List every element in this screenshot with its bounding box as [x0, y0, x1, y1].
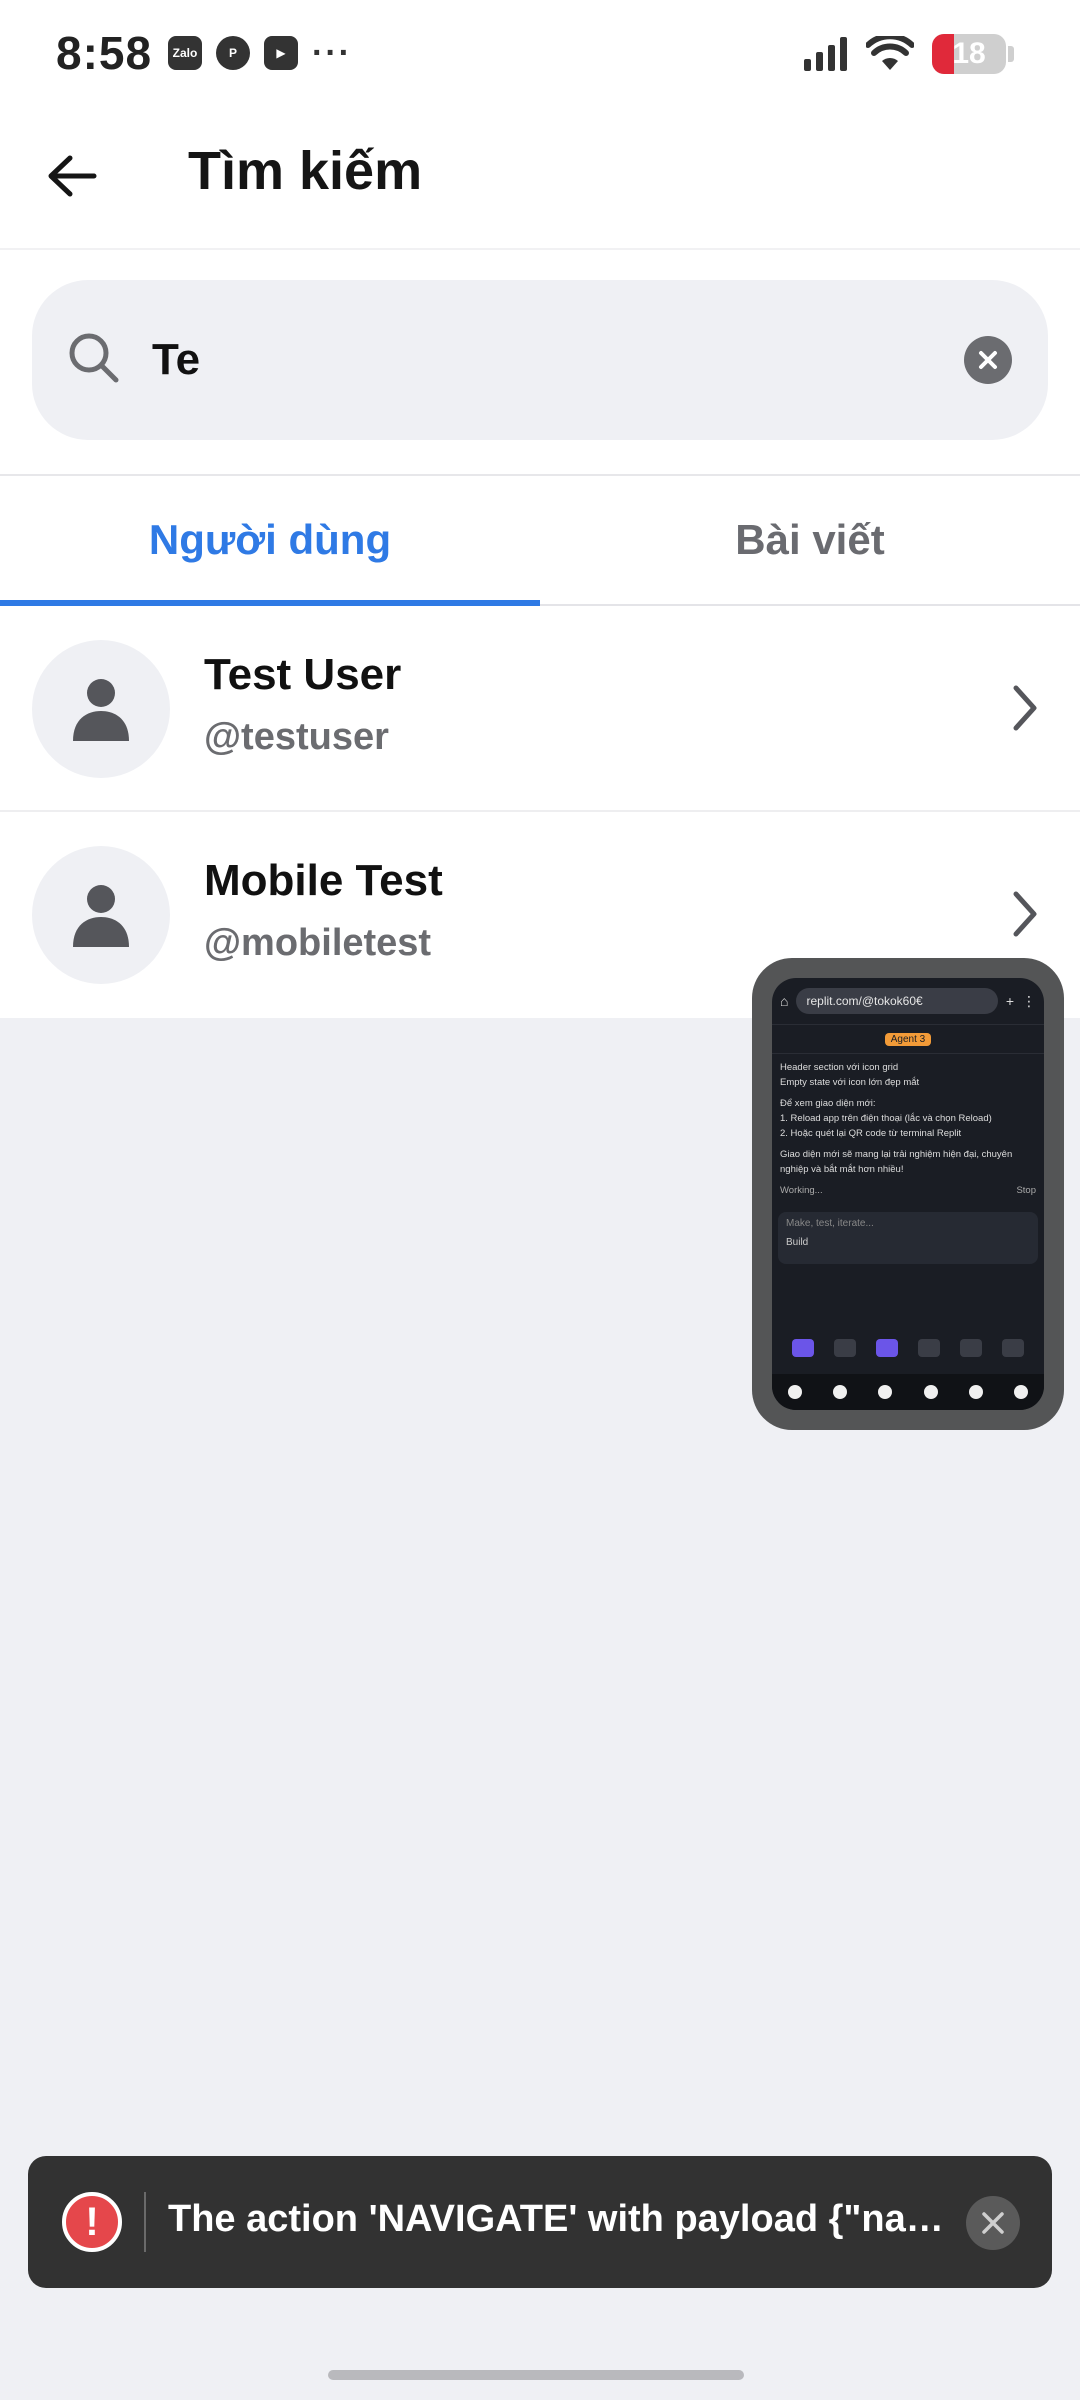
user-name: Test User — [204, 650, 402, 699]
stop-square-icon — [792, 1339, 814, 1357]
preview-line: 2. Hoặc quét lại QR code từ terminal Rep… — [780, 1128, 962, 1139]
error-icon: ! — [62, 2192, 122, 2252]
person-icon — [73, 679, 129, 741]
pinterest-icon: P — [216, 36, 250, 70]
preview-url: replit.com/@tokok60€ — [796, 988, 998, 1014]
preview-chat: Header section với icon grid Empty state… — [772, 1054, 1044, 1204]
monitor-icon — [834, 1339, 856, 1357]
user-results-list: Test User @testuser Mobile Test @mobilet… — [0, 606, 1080, 1018]
wifi-icon — [866, 36, 914, 70]
tab-users[interactable]: Người dùng — [0, 476, 540, 606]
list-item[interactable]: Test User @testuser — [0, 606, 1080, 812]
app-icon — [832, 1385, 847, 1399]
preview-input-placeholder: Make, test, iterate... — [786, 1218, 874, 1229]
preview-stop: Stop — [1016, 1185, 1036, 1196]
preview-status: Working... — [780, 1185, 823, 1196]
tab-bar: Người dùng Bài viết — [0, 476, 1080, 606]
app-header: Tìm kiếm — [0, 110, 1080, 250]
home-indicator[interactable] — [328, 2370, 744, 2380]
preview-line: Empty state với icon lớn đẹp mắt — [780, 1077, 920, 1088]
app-icon: ▶ — [264, 36, 298, 70]
tab-posts[interactable]: Bài viết — [540, 476, 1080, 604]
status-time: 8:58 — [56, 27, 153, 79]
search-section — [0, 250, 1080, 476]
preview-build: Build — [786, 1237, 809, 1248]
back-button[interactable] — [36, 140, 108, 212]
app-icon — [878, 1385, 893, 1399]
user-name: Mobile Test — [204, 856, 443, 905]
search-bar[interactable] — [32, 280, 1048, 440]
panels-icon — [1002, 1339, 1024, 1357]
home-icon: ⌂ — [780, 993, 789, 1009]
preview-input: Make, test, iterate... Build — [778, 1212, 1038, 1264]
toast-divider — [144, 2192, 146, 2252]
preview-line: Để xem giao diện mới: — [780, 1098, 876, 1109]
signal-icon — [804, 37, 847, 71]
app-icon — [1014, 1385, 1029, 1399]
zalo-icon-label: Zalo — [172, 46, 198, 60]
terminal-icon — [960, 1339, 982, 1357]
preview-line: Giao diện mới sẽ mang lại trải nghiệm hi… — [780, 1149, 1013, 1175]
app-icon — [923, 1385, 938, 1399]
app-icon — [968, 1385, 983, 1399]
zalo-icon: Zalo — [168, 36, 202, 70]
chevron-right-icon — [1013, 685, 1037, 731]
preview-toolbar — [772, 1328, 1044, 1368]
battery-icon: 18 — [932, 34, 1006, 74]
status-bar: 8:58 Zalo P ▶ ··· 18 — [0, 0, 1080, 110]
avatar — [32, 846, 170, 984]
more-dots-icon: ··· — [312, 34, 352, 72]
close-icon — [982, 2212, 1004, 2234]
search-icon — [69, 333, 119, 383]
preview-line: Header section với icon grid — [780, 1062, 899, 1073]
toast-close-button[interactable] — [966, 2196, 1020, 2250]
battery-percent: 18 — [952, 37, 986, 70]
system-icons: 18 — [804, 34, 1014, 74]
user-handle: @mobiletest — [204, 922, 432, 964]
error-toast: ! The action 'NAVIGATE' with payload {"n… — [28, 2156, 1052, 2288]
preview-browser-bar: ⌂ replit.com/@tokok60€ + ⋮ — [772, 978, 1044, 1024]
preview-line: 1. Reload app trên điện thoại (lắc và ch… — [780, 1113, 992, 1124]
agent-badge: Agent 3 — [884, 1032, 932, 1046]
avatar — [32, 640, 170, 778]
person-icon — [73, 885, 129, 947]
chevron-right-icon — [1013, 891, 1037, 937]
preview-dock — [772, 1374, 1044, 1410]
toast-message: The action 'NAVIGATE' with payload {"nam… — [168, 2198, 968, 2240]
menu-icon: ⋮ — [1022, 992, 1036, 1009]
preview-screen: ⌂ replit.com/@tokok60€ + ⋮ Agent 3 Heade… — [772, 978, 1044, 1410]
user-handle: @testuser — [204, 716, 389, 758]
close-icon — [979, 351, 997, 369]
arrow-left-icon — [48, 155, 97, 197]
grid-icon — [876, 1339, 898, 1357]
preview-agent-bar: Agent 3 — [772, 1024, 1044, 1054]
search-input[interactable] — [152, 320, 952, 400]
app-icon — [787, 1385, 802, 1399]
floating-preview-window[interactable]: ⌂ replit.com/@tokok60€ + ⋮ Agent 3 Heade… — [752, 958, 1064, 1430]
plus-icon: + — [1005, 993, 1014, 1009]
clear-search-button[interactable] — [964, 336, 1012, 384]
page-title: Tìm kiếm — [188, 141, 423, 201]
notification-icons: Zalo P ▶ ··· — [168, 36, 352, 70]
globe-icon — [918, 1339, 940, 1357]
